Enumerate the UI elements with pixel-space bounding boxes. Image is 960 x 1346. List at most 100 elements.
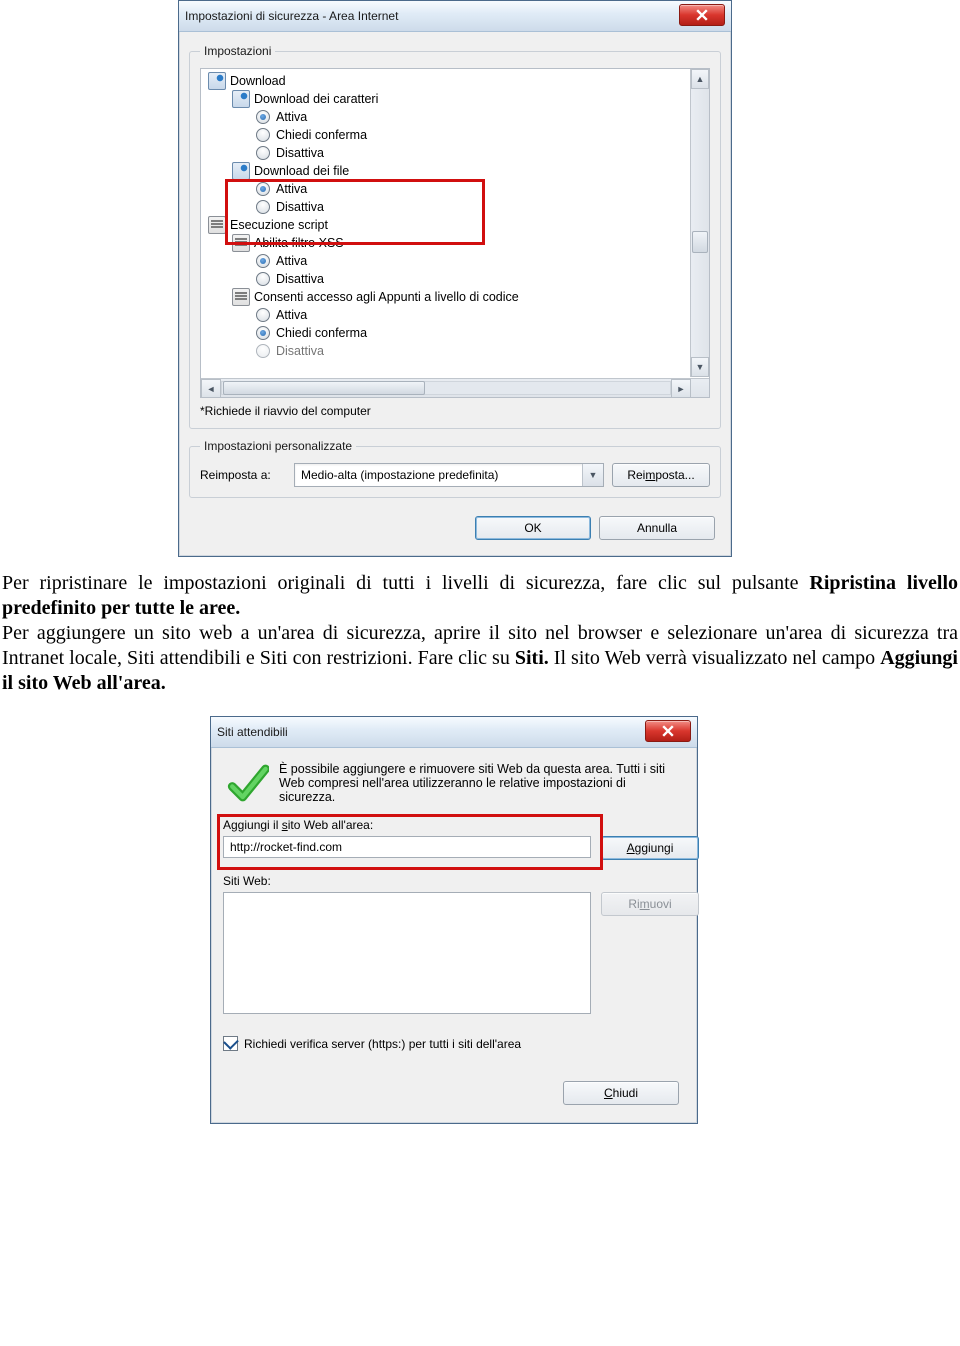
close-icon	[696, 9, 708, 21]
option-clipboard-disable[interactable]: Disattiva	[256, 342, 687, 360]
script-icon	[232, 234, 250, 252]
input-value: http://rocket-find.com	[230, 840, 342, 854]
checkbox-label: Richiedi verifica server (https:) per tu…	[244, 1037, 521, 1051]
combo-value: Medio-alta (impostazione predefinita)	[301, 468, 498, 482]
settings-tree-container: Download Download dei caratteri Attiva C…	[200, 68, 710, 398]
radio-icon	[256, 146, 270, 160]
radio-icon	[256, 182, 270, 196]
scroll-right-arrow-icon[interactable]: ►	[671, 379, 691, 398]
sites-list-label: Siti Web:	[223, 874, 685, 888]
button-label-u: m	[645, 468, 655, 482]
checkbox-icon	[223, 1036, 238, 1051]
option-fonts-prompt[interactable]: Chiedi conferma	[256, 126, 687, 144]
sites-listbox[interactable]	[223, 892, 591, 1014]
option-label: Attiva	[276, 306, 307, 324]
option-label: Attiva	[276, 252, 307, 270]
radio-icon	[256, 344, 270, 358]
custom-settings-legend: Impostazioni personalizzate	[200, 439, 356, 453]
option-xss-enable[interactable]: Attiva	[256, 252, 687, 270]
option-label: Attiva	[276, 108, 307, 126]
download-icon	[232, 90, 250, 108]
tree-node-xss-filter[interactable]: Abilita filtro XSS	[232, 234, 687, 252]
tree-node-download-files[interactable]: Download dei file	[232, 162, 687, 180]
restart-note: *Richiede il riavvio del computer	[200, 404, 710, 418]
tree-label: Download dei file	[254, 162, 349, 180]
reset-to-label: Reimposta a:	[200, 468, 286, 482]
radio-icon	[256, 308, 270, 322]
dialog-actions: OK Annulla	[189, 508, 721, 544]
text: Il sito Web verrà visualizzato nel campo	[549, 647, 880, 669]
download-icon	[232, 162, 250, 180]
tree-label: Download	[230, 72, 286, 90]
close-button[interactable]	[645, 720, 691, 742]
tree-label: Consenti accesso agli Appunti a livello …	[254, 288, 519, 306]
ok-button[interactable]: OK	[475, 516, 591, 540]
add-site-label: Aggiungi il sito Web all'area:	[223, 818, 685, 832]
radio-icon	[256, 200, 270, 214]
tree-label: Abilita filtro XSS	[254, 234, 344, 252]
trusted-sites-dialog: Siti attendibili È possibile aggiungere …	[210, 716, 698, 1124]
remove-button[interactable]: Rimuovi	[601, 892, 699, 916]
scroll-down-arrow-icon[interactable]: ▼	[691, 357, 709, 377]
option-clipboard-prompt[interactable]: Chiedi conferma	[256, 324, 687, 342]
custom-settings-group: Impostazioni personalizzate Reimposta a:…	[189, 439, 721, 498]
tree-label: Esecuzione script	[230, 216, 328, 234]
settings-group: Impostazioni Download Download dei carat…	[189, 44, 721, 429]
cancel-button[interactable]: Annulla	[599, 516, 715, 540]
option-xss-disable[interactable]: Disattiva	[256, 270, 687, 288]
checkmark-icon	[227, 762, 269, 804]
button-label: Annulla	[637, 521, 677, 535]
dialog-titlebar[interactable]: Siti attendibili	[211, 717, 697, 748]
horizontal-scrollbar[interactable]: ◄ ►	[201, 378, 709, 397]
close-button[interactable]	[679, 4, 725, 26]
instruction-paragraph: Per ripristinare le impostazioni origina…	[0, 563, 960, 704]
https-checkbox-row[interactable]: Richiedi verifica server (https:) per tu…	[223, 1036, 685, 1051]
option-files-disable[interactable]: Disattiva	[256, 198, 687, 216]
dialog-title: Impostazioni di sicurezza - Area Interne…	[185, 9, 398, 23]
option-fonts-enable[interactable]: Attiva	[256, 108, 687, 126]
option-label: Disattiva	[276, 144, 324, 162]
tree-node-scripting[interactable]: Esecuzione script	[208, 216, 687, 234]
reset-button[interactable]: Reimposta...	[612, 463, 710, 487]
add-button[interactable]: Aggiungi	[601, 836, 699, 860]
scroll-up-arrow-icon[interactable]: ▲	[691, 69, 709, 89]
security-settings-dialog: Impostazioni di sicurezza - Area Interne…	[178, 0, 732, 557]
scrollbar-thumb[interactable]	[223, 381, 425, 395]
button-label-pre: Rei	[627, 468, 645, 482]
button-label: OK	[524, 521, 541, 535]
tree-node-clipboard-access[interactable]: Consenti accesso agli Appunti a livello …	[232, 288, 687, 306]
close-dialog-button[interactable]: Chiudi	[563, 1081, 679, 1105]
radio-icon	[256, 128, 270, 142]
zone-description: È possibile aggiungere e rimuovere siti …	[279, 762, 681, 804]
settings-group-legend: Impostazioni	[200, 44, 275, 58]
settings-tree[interactable]: Download Download dei caratteri Attiva C…	[204, 72, 687, 360]
option-fonts-disable[interactable]: Disattiva	[256, 144, 687, 162]
scrollbar-thumb[interactable]	[692, 231, 708, 253]
reset-to-combo[interactable]: Medio-alta (impostazione predefinita) ▼	[294, 463, 604, 487]
text-bold: Siti.	[515, 647, 549, 669]
option-label: Disattiva	[276, 342, 324, 360]
option-label: Chiedi conferma	[276, 126, 367, 144]
text: Per ripristinare le impostazioni origina…	[2, 572, 809, 594]
radio-icon	[256, 110, 270, 124]
chevron-down-icon: ▼	[582, 464, 603, 486]
option-label: Disattiva	[276, 270, 324, 288]
radio-icon	[256, 326, 270, 340]
close-icon	[662, 725, 674, 737]
script-icon	[232, 288, 250, 306]
button-label-post: posta...	[655, 468, 694, 482]
download-icon	[208, 72, 226, 90]
dialog-titlebar[interactable]: Impostazioni di sicurezza - Area Interne…	[179, 1, 731, 32]
vertical-scrollbar[interactable]: ▲ ▼	[690, 69, 709, 377]
option-label: Attiva	[276, 180, 307, 198]
dialog-title: Siti attendibili	[217, 725, 288, 739]
option-label: Chiedi conferma	[276, 324, 367, 342]
scroll-left-arrow-icon[interactable]: ◄	[201, 379, 221, 398]
option-clipboard-enable[interactable]: Attiva	[256, 306, 687, 324]
option-files-enable[interactable]: Attiva	[256, 180, 687, 198]
radio-icon	[256, 272, 270, 286]
script-icon	[208, 216, 226, 234]
tree-node-download-fonts[interactable]: Download dei caratteri	[232, 90, 687, 108]
add-site-input[interactable]: http://rocket-find.com	[223, 836, 591, 858]
tree-node-download[interactable]: Download	[208, 72, 687, 90]
